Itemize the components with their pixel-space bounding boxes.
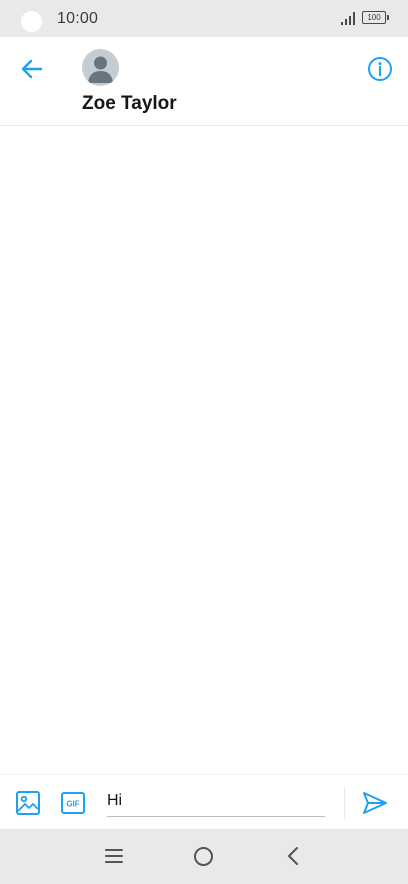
status-time: 10:00	[57, 10, 99, 27]
status-bar: 10:00 100	[0, 0, 408, 37]
battery-level: 100	[362, 11, 386, 24]
add-image-button[interactable]	[15, 790, 41, 816]
back-chevron-icon	[288, 847, 298, 865]
info-button[interactable]	[366, 55, 394, 83]
composer-divider	[344, 787, 345, 819]
gif-label: GIF	[66, 800, 79, 809]
recent-apps-icon	[105, 849, 123, 863]
system-nav-bar	[0, 829, 408, 884]
default-avatar-icon	[88, 56, 113, 83]
add-gif-button[interactable]: GIF	[61, 792, 85, 814]
camera-cutout	[21, 11, 42, 32]
message-input[interactable]	[107, 786, 325, 817]
recent-apps-button[interactable]	[104, 847, 124, 865]
arrow-left-icon	[21, 59, 43, 79]
avatar[interactable]	[82, 49, 119, 86]
conversation-header: Zoe Taylor	[0, 37, 408, 126]
battery-icon: 100	[362, 11, 389, 25]
back-button[interactable]	[18, 55, 46, 83]
gif-icon: GIF	[61, 792, 85, 814]
message-composer: GIF	[0, 774, 408, 830]
image-icon	[16, 791, 40, 815]
signal-bars-icon	[341, 12, 355, 25]
info-icon	[368, 57, 392, 81]
message-thread[interactable]	[0, 126, 408, 774]
contact-name[interactable]: Zoe Taylor	[82, 93, 177, 115]
send-icon	[363, 792, 387, 814]
battery-tip	[387, 15, 389, 20]
home-button[interactable]	[193, 846, 214, 867]
send-button[interactable]	[361, 789, 389, 817]
system-back-button[interactable]	[285, 845, 301, 867]
home-icon	[194, 847, 213, 866]
